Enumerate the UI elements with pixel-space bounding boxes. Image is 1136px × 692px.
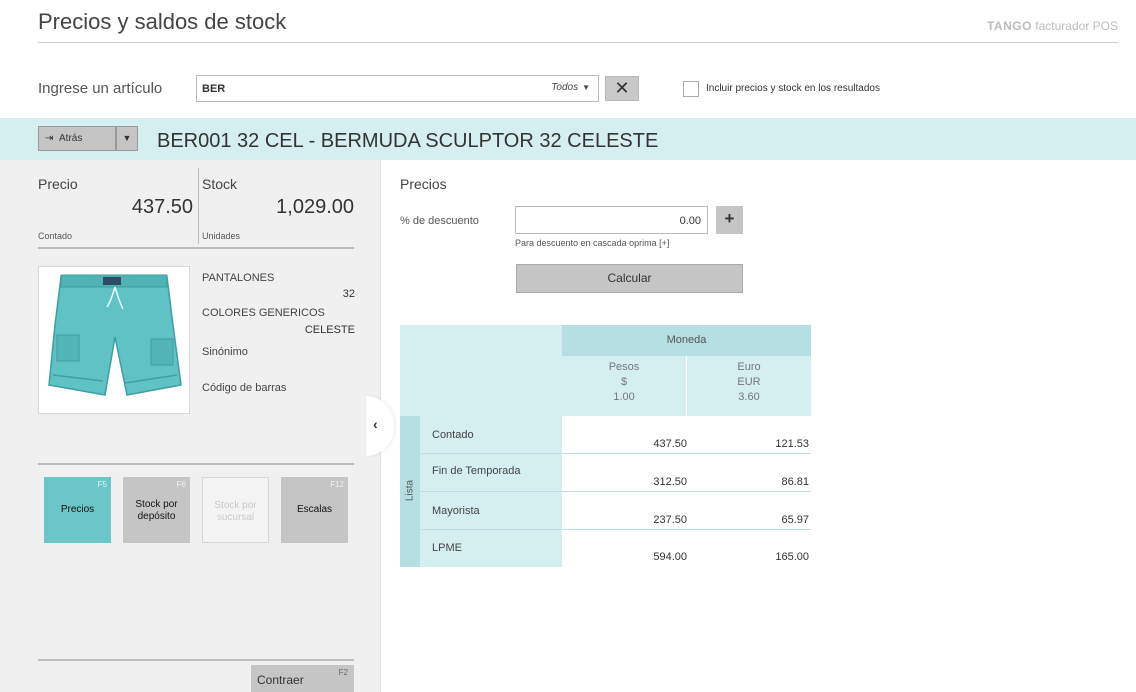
currency-rate: 1.00 bbox=[613, 391, 635, 403]
title-divider bbox=[38, 42, 1118, 43]
row-divider bbox=[420, 529, 811, 530]
attr-synonym-label: Sinónimo bbox=[202, 346, 248, 358]
price-cell: 65.97 bbox=[781, 514, 809, 526]
stock-sub-label: Unidades bbox=[202, 231, 241, 241]
caret-down-icon: ▼ bbox=[122, 133, 132, 143]
tile-label: Stock por depósito bbox=[135, 499, 178, 522]
currency-name: Euro bbox=[737, 361, 761, 373]
back-arrow-icon: ⇥ bbox=[45, 133, 54, 144]
price-cell: 312.50 bbox=[653, 476, 687, 488]
clear-search-button[interactable]: ✕ bbox=[605, 76, 639, 101]
row-group-label: Lista bbox=[404, 479, 416, 502]
back-button[interactable]: ⇥ Atrás bbox=[38, 126, 116, 151]
collapse-panel-tab[interactable]: ‹ bbox=[366, 396, 394, 456]
close-icon: ✕ bbox=[614, 78, 630, 98]
back-label: Atrás bbox=[59, 133, 83, 144]
chevron-down-icon: ▼ bbox=[582, 83, 590, 92]
price-value: 437.50 bbox=[131, 196, 193, 218]
brand-logo: TANGO bbox=[986, 19, 1032, 33]
row-divider bbox=[420, 491, 811, 492]
collapse-button[interactable]: Contraer F2 bbox=[251, 665, 354, 692]
tile-label: Escalas bbox=[296, 504, 332, 515]
product-image bbox=[38, 266, 190, 414]
currency-symbol: EUR bbox=[737, 376, 761, 388]
price-cell: 165.00 bbox=[775, 551, 809, 563]
row-divider bbox=[420, 453, 811, 454]
attr-color: CELESTE bbox=[304, 324, 355, 336]
price-sub-label: Contado bbox=[38, 231, 73, 241]
currency-rate: 3.60 bbox=[738, 391, 760, 403]
tile-precios[interactable]: F5 Precios bbox=[44, 477, 111, 543]
currency-symbol: $ bbox=[620, 376, 628, 388]
attr-barcode-label: Código de barras bbox=[202, 382, 287, 394]
prices-section-title: Precios bbox=[400, 176, 447, 192]
back-dropdown-button[interactable]: ▼ bbox=[116, 126, 138, 151]
search-filter-value: Todos bbox=[551, 82, 579, 93]
discount-input[interactable]: 0.00 bbox=[515, 206, 708, 234]
cascade-discount-button[interactable]: + bbox=[716, 206, 743, 234]
search-label: Ingrese un artículo bbox=[38, 80, 163, 97]
tile-key: F6 bbox=[176, 480, 186, 489]
price-cell: 86.81 bbox=[781, 476, 809, 488]
summary-bottom-divider bbox=[38, 247, 354, 249]
search-filter-dropdown[interactable]: Todos ▼ bbox=[551, 82, 590, 93]
price-cell: 237.50 bbox=[653, 514, 687, 526]
article-search-input[interactable] bbox=[202, 79, 522, 98]
summary-divider bbox=[198, 168, 199, 244]
tile-label: Precios bbox=[60, 504, 95, 515]
calculate-button[interactable]: Calcular bbox=[516, 264, 743, 293]
footer-divider bbox=[38, 659, 354, 661]
attr-size: 32 bbox=[342, 288, 355, 300]
tile-stock-deposito[interactable]: F6 Stock por depósito bbox=[123, 477, 190, 543]
currency-name: Pesos bbox=[608, 361, 640, 373]
shorts-image bbox=[48, 274, 182, 396]
plus-icon: + bbox=[724, 209, 735, 228]
tile-stock-sucursal: Stock por sucursal bbox=[202, 477, 269, 543]
tile-escalas[interactable]: F12 Escalas bbox=[281, 477, 348, 543]
price-cell: 594.00 bbox=[653, 551, 687, 563]
currency-header-label: Moneda bbox=[666, 334, 707, 346]
attr-color-group: COLORES GENERICOS bbox=[202, 307, 325, 319]
discount-hint: Para descuento en cascada oprima [+] bbox=[515, 238, 670, 248]
price-cell: 121.53 bbox=[775, 438, 809, 450]
tiles-top-divider bbox=[38, 463, 354, 465]
article-search-box[interactable]: Todos▼ bbox=[196, 75, 599, 102]
page-title: Precios y saldos de stock bbox=[38, 9, 287, 34]
stock-value: 1,029.00 bbox=[276, 196, 354, 218]
chevron-left-icon: ‹ bbox=[373, 416, 378, 432]
list-name: Fin de Temporada bbox=[432, 465, 521, 477]
tile-label: Stock por sucursal bbox=[214, 500, 257, 523]
attr-category: PANTALONES bbox=[202, 272, 275, 284]
include-prices-label[interactable]: Incluir precios y stock en los resultado… bbox=[706, 83, 880, 94]
stock-label: Stock bbox=[202, 176, 238, 192]
article-title: BER001 32 CEL - BERMUDA SCULPTOR 32 CELE… bbox=[157, 130, 659, 152]
collapse-key: F2 bbox=[338, 668, 348, 677]
brand-text: facturador POS bbox=[1035, 19, 1118, 33]
price-cell: 437.50 bbox=[653, 438, 687, 450]
tile-key: F12 bbox=[330, 480, 344, 489]
list-name: Contado bbox=[432, 429, 474, 441]
discount-label: % de descuento bbox=[400, 215, 479, 227]
tile-key: F5 bbox=[97, 480, 107, 489]
list-name: Mayorista bbox=[432, 505, 480, 517]
price-label: Precio bbox=[38, 176, 78, 192]
table-corner bbox=[400, 325, 562, 416]
include-prices-checkbox[interactable] bbox=[683, 81, 699, 97]
collapse-label: Contraer bbox=[257, 673, 304, 687]
brand: TANGO facturador POS bbox=[987, 19, 1118, 33]
list-name: LPME bbox=[432, 542, 462, 554]
